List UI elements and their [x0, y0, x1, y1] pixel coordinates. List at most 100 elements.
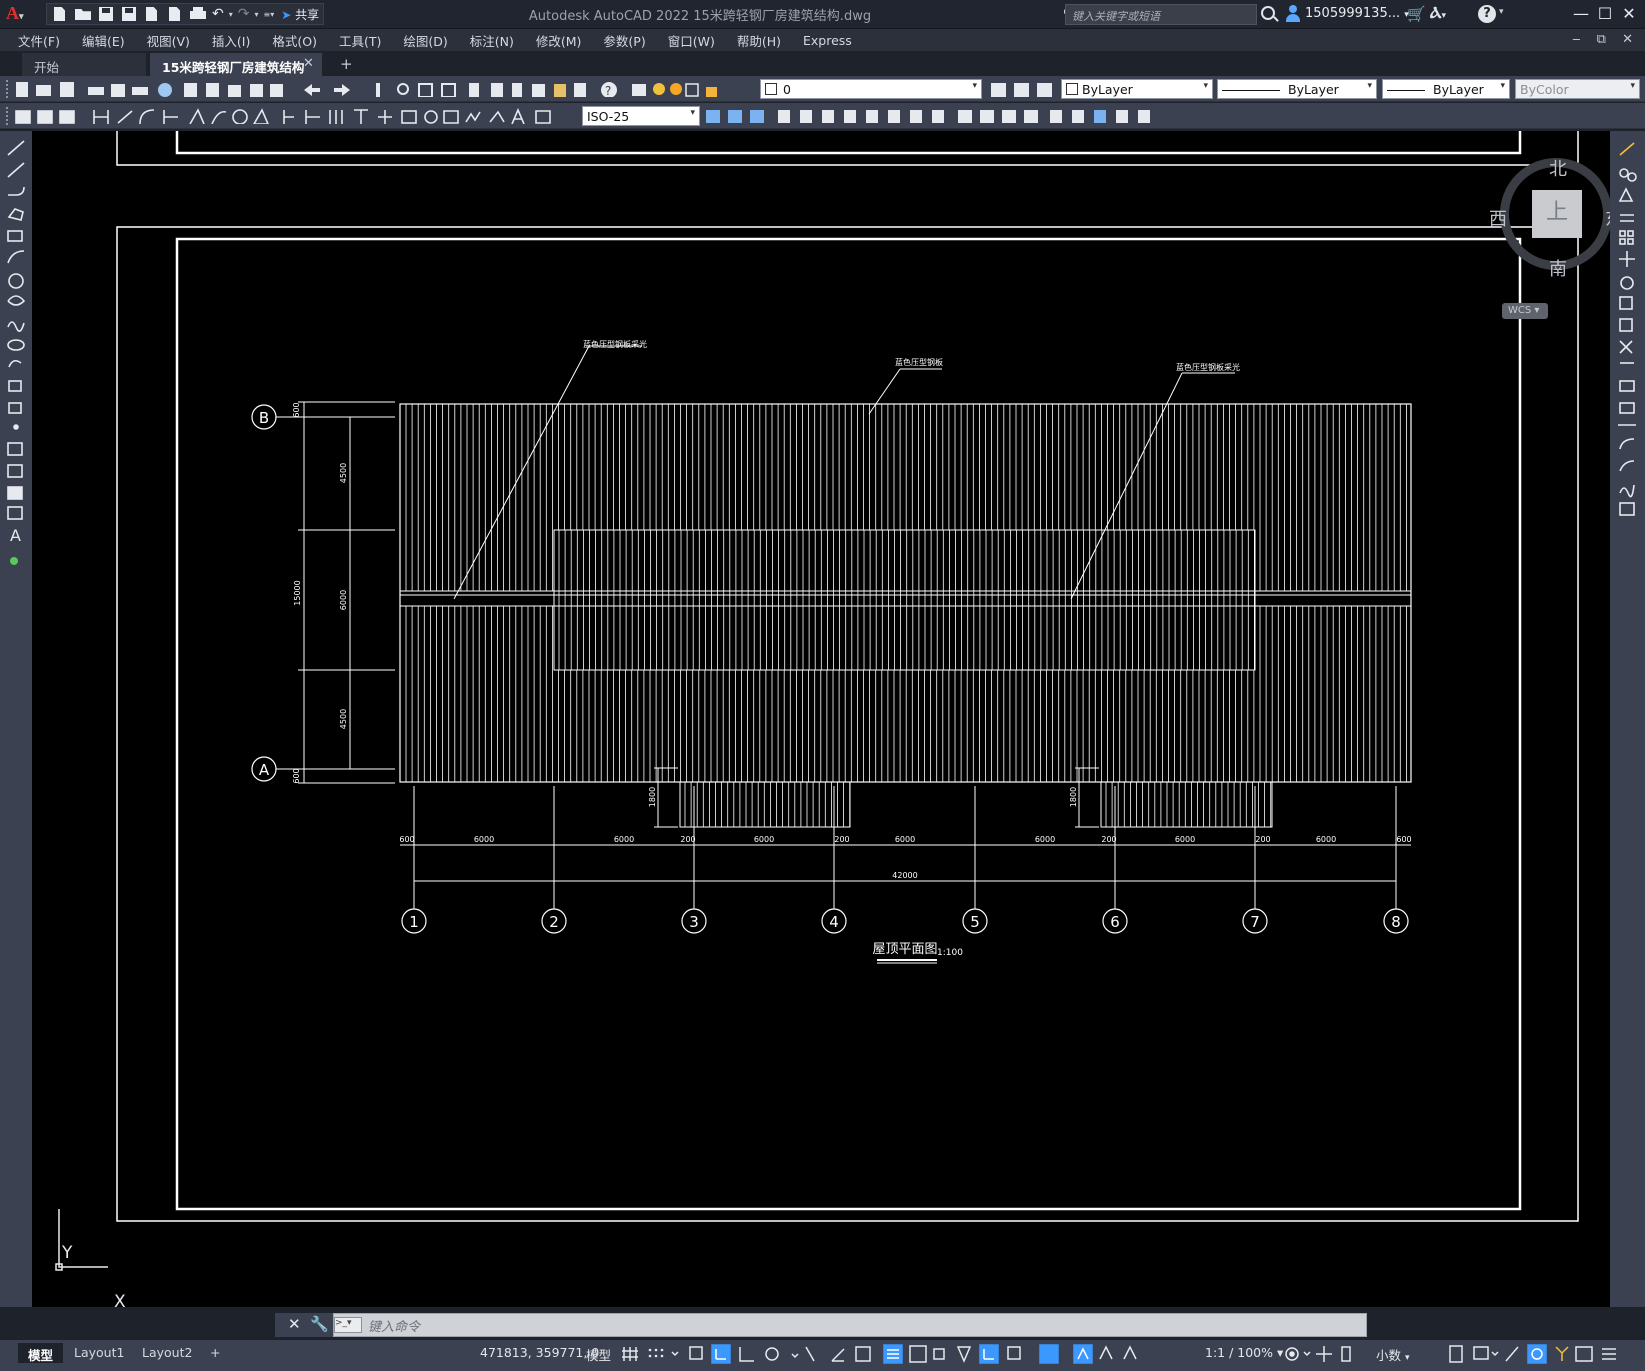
user-name[interactable]: 1505999135... ▾ — [1305, 6, 1409, 21]
save-as-icon[interactable] — [120, 6, 138, 22]
tab-start[interactable]: 开始 — [22, 53, 146, 76]
menu-parametric[interactable]: 参数(P) — [603, 31, 645, 50]
window-title: Autodesk AutoCAD 2022 15米跨轻钢厂房建筑结构.dwg — [528, 9, 872, 24]
annotation-scale[interactable]: 1:1 / 100% ▾ — [1205, 1345, 1283, 1360]
grid-label-A: A — [259, 761, 270, 779]
compass-east[interactable]: 东 — [1605, 205, 1610, 231]
menu-view[interactable]: 视图(V) — [147, 31, 190, 50]
plot-icon[interactable] — [189, 6, 207, 22]
modify-side-icons[interactable] — [1610, 131, 1645, 531]
menu-express[interactable]: Express — [803, 33, 852, 48]
layer-dropdown[interactable]: 0 ▾ — [760, 79, 982, 99]
drafting-aids-icons[interactable] — [620, 1343, 1200, 1365]
menu-help[interactable]: 帮助(H) — [737, 31, 781, 50]
recent-commands-icon[interactable]: >_▾ — [334, 1317, 362, 1333]
command-customize-icon[interactable]: 🔧 — [310, 1315, 329, 1333]
help-icon[interactable]: ? — [1478, 5, 1496, 23]
dimension-text: 200 — [1101, 835, 1116, 844]
lineweight-dropdown[interactable]: ByLayer ▾ — [1382, 79, 1510, 99]
document-window-controls[interactable]: ‒ ⧉ ✕ — [1572, 32, 1639, 47]
dimension-tools-icons[interactable] — [14, 108, 580, 124]
new-tab-icon[interactable]: + — [340, 55, 353, 73]
upper-sheet-inner-frame — [175, 131, 1522, 155]
units-setting[interactable]: 小数 ▾ — [1376, 1345, 1410, 1364]
svg-text:?: ? — [605, 84, 611, 97]
new-file-icon[interactable] — [51, 6, 69, 22]
standard-tools-icons[interactable]: ? — [14, 81, 674, 97]
dimension-text: 200 — [834, 835, 849, 844]
layer-tools-icons[interactable] — [988, 80, 1056, 100]
command-input[interactable]: 键入命令 — [368, 1316, 1328, 1335]
search-icon[interactable] — [1261, 6, 1275, 20]
tab-close-icon[interactable]: ✕ — [303, 56, 314, 71]
autocad-logo-icon[interactable]: A▾ — [6, 3, 36, 25]
menu-bar: 文件(F) 编辑(E) 视图(V) 插入(I) 格式(O) 工具(T) 绘图(D… — [0, 29, 1645, 51]
drawing-canvas[interactable]: 1800 1800 蓝色压型钢板采光 蓝色压型钢板 蓝色压型钢板采光 B A 15000 600… — [32, 131, 1610, 1307]
plotstyle-dropdown[interactable]: ByColor ▾ — [1515, 79, 1640, 99]
dimension-text-total: 42000 — [892, 871, 917, 880]
command-close-icon[interactable]: ✕ — [288, 1315, 301, 1333]
dimension-text: 4500 — [339, 463, 348, 483]
dimension-text: 600 — [292, 768, 301, 783]
help-dropdown-icon[interactable]: ▾ — [1499, 7, 1504, 17]
dimension-modify-toolbar: ISO-25 ▾ — [0, 103, 1645, 129]
standard-toolbar: ? 0 ▾ ByLayer ▾ ByLayer ▾ ByLayer ▾ ByColor ▾ — [0, 76, 1645, 102]
sheet-outer-frame — [116, 226, 1579, 1222]
draw-tools-icons[interactable]: A — [0, 131, 32, 571]
menu-format[interactable]: 格式(O) — [272, 31, 317, 50]
dimstyle-dropdown[interactable]: ISO-25 ▾ — [582, 106, 700, 126]
compass-north[interactable]: 北 — [1549, 155, 1567, 181]
modify-tools-icons[interactable] — [704, 107, 1184, 127]
search-input[interactable]: 键入关键字或短语 — [1065, 4, 1257, 25]
menu-edit[interactable]: 编辑(E) — [82, 31, 125, 50]
customize-quick-access-icon[interactable]: ≡▾ — [264, 10, 275, 19]
cursor-coordinates[interactable]: 471813, 359771, 0 — [480, 1345, 599, 1360]
menu-modify[interactable]: 修改(M) — [536, 31, 582, 50]
menu-window[interactable]: 窗口(W) — [668, 31, 715, 50]
autodesk-account-icon[interactable]: Ⲁ▾ — [1430, 3, 1446, 23]
viewcube[interactable]: 上 北 南 西 东 — [1489, 155, 1610, 280]
dimension-text: 6000 — [1035, 835, 1055, 844]
tab-drawing[interactable]: 15米跨轻钢厂房建筑结构* — [150, 53, 322, 91]
layout-tab-layout1[interactable]: Layout1 — [64, 1343, 134, 1363]
add-layout-icon[interactable]: + — [200, 1343, 230, 1363]
color-dropdown[interactable]: ByLayer ▾ — [1061, 79, 1213, 99]
linetype-dropdown[interactable]: ByLayer ▾ — [1217, 79, 1377, 99]
web-mobile-icon[interactable] — [143, 6, 161, 22]
menu-tools[interactable]: 工具(T) — [339, 31, 381, 50]
grid-label-B: B — [259, 409, 269, 427]
dimension-text-overall: 15000 — [293, 580, 302, 605]
toolbar-grip[interactable] — [6, 107, 10, 125]
viewcube-top-face[interactable]: 上 — [1532, 190, 1582, 238]
cart-icon[interactable]: 🛒 — [1407, 5, 1426, 23]
canopy-lines — [684, 782, 851, 827]
open-web-icon[interactable] — [166, 6, 184, 22]
redo-dropdown-icon[interactable]: ▾ — [254, 10, 258, 19]
layout-tab-model[interactable]: 模型 — [18, 1343, 64, 1363]
user-icon[interactable] — [1285, 5, 1301, 22]
close-icon[interactable]: ✕ — [1614, 3, 1644, 25]
open-file-icon[interactable] — [74, 6, 92, 22]
model-space-toggle[interactable]: 模型 — [586, 1345, 611, 1364]
undo-icon[interactable]: ↶ — [212, 6, 224, 22]
layer-lock-icons[interactable] — [684, 81, 724, 99]
menu-dimension[interactable]: 标注(N) — [470, 31, 514, 50]
layout-tab-layout2[interactable]: Layout2 — [132, 1343, 202, 1363]
layer-state-icons[interactable] — [652, 81, 686, 99]
menu-draw[interactable]: 绘图(D) — [403, 31, 447, 50]
share-button[interactable]: 共享 — [279, 6, 319, 23]
menu-insert[interactable]: 插入(I) — [212, 31, 250, 50]
compass-west[interactable]: 西 — [1489, 205, 1507, 231]
undo-dropdown-icon[interactable]: ▾ — [229, 10, 233, 19]
menu-file[interactable]: 文件(F) — [18, 31, 60, 50]
toolbar-grip[interactable] — [6, 80, 10, 98]
svg-text:A: A — [10, 526, 21, 545]
save-icon[interactable] — [97, 6, 115, 22]
skylight-dimension-text: 1800 — [648, 787, 657, 807]
wcs-menu-button[interactable]: WCS ▾ — [1502, 303, 1548, 319]
compass-south[interactable]: 南 — [1549, 255, 1567, 281]
workspace-icons[interactable] — [1284, 1343, 1374, 1365]
title-bar: A▾ ↶ ▾ ↷ ▾ ≡▾ 共享 Autodesk AutoCAD 2022 15米… — [0, 0, 1645, 29]
status-tray-icons[interactable] — [1446, 1343, 1642, 1365]
redo-icon[interactable]: ↷ — [238, 6, 250, 22]
